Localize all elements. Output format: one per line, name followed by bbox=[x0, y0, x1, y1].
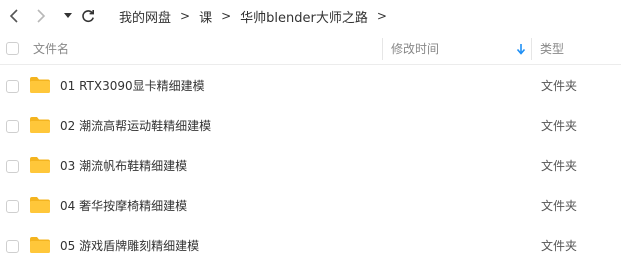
refresh-button[interactable] bbox=[78, 6, 98, 26]
column-divider[interactable] bbox=[531, 38, 532, 60]
back-button[interactable] bbox=[4, 6, 24, 26]
caret-down-icon bbox=[64, 13, 72, 18]
column-header-type[interactable]: 类型 bbox=[540, 34, 564, 64]
breadcrumb-separator: > bbox=[180, 9, 191, 23]
file-name[interactable]: 01 RTX3090显卡精细建模 bbox=[60, 66, 205, 106]
file-row[interactable]: 03 潮流帆布鞋精细建模 文件夹 bbox=[0, 146, 621, 186]
file-type: 文件夹 bbox=[541, 159, 578, 173]
file-name[interactable]: 04 奢华按摩椅精细建模 bbox=[60, 186, 187, 226]
file-type: 文件夹 bbox=[541, 239, 578, 253]
folder-icon bbox=[30, 117, 50, 133]
folder-icon bbox=[30, 197, 50, 213]
history-dropdown-button[interactable] bbox=[58, 6, 78, 26]
select-all-checkbox[interactable] bbox=[6, 42, 19, 55]
file-type: 文件夹 bbox=[541, 79, 578, 93]
breadcrumb-item-course[interactable]: 课 bbox=[199, 7, 212, 26]
file-row[interactable]: 01 RTX3090显卡精细建模 文件夹 bbox=[0, 66, 621, 106]
folder-icon bbox=[30, 237, 50, 253]
row-checkbox[interactable] bbox=[6, 200, 19, 213]
folder-icon bbox=[30, 157, 50, 173]
file-row[interactable]: 05 游戏盾牌雕刻精细建模 文件夹 bbox=[0, 226, 621, 266]
chevron-right-icon bbox=[37, 9, 46, 23]
sort-down-arrow-icon[interactable] bbox=[516, 43, 526, 55]
chevron-left-icon bbox=[9, 9, 18, 23]
refresh-icon bbox=[82, 10, 94, 23]
row-checkbox[interactable] bbox=[6, 120, 19, 133]
breadcrumb-separator: > bbox=[221, 9, 232, 23]
column-divider[interactable] bbox=[382, 38, 383, 60]
forward-button[interactable] bbox=[31, 6, 51, 26]
breadcrumb-item-my-drive[interactable]: 我的网盘 bbox=[119, 7, 171, 26]
file-row[interactable]: 04 奢华按摩椅精细建模 文件夹 bbox=[0, 186, 621, 226]
breadcrumb: 我的网盘 > 课 > 华帅blender大师之路 > bbox=[119, 0, 396, 32]
row-checkbox[interactable] bbox=[6, 240, 19, 253]
breadcrumb-separator: > bbox=[376, 9, 387, 23]
file-row[interactable]: 02 潮流高帮运动鞋精细建模 文件夹 bbox=[0, 106, 621, 146]
file-list-header: 文件名 修改时间 类型 bbox=[0, 34, 621, 65]
file-type: 文件夹 bbox=[541, 119, 578, 133]
row-checkbox[interactable] bbox=[6, 160, 19, 173]
file-name[interactable]: 02 潮流高帮运动鞋精细建模 bbox=[60, 106, 211, 146]
toolbar: 我的网盘 > 课 > 华帅blender大师之路 > bbox=[0, 0, 621, 32]
row-checkbox[interactable] bbox=[6, 80, 19, 93]
file-name[interactable]: 05 游戏盾牌雕刻精细建模 bbox=[60, 226, 199, 266]
column-header-name[interactable]: 文件名 bbox=[33, 34, 69, 64]
file-name[interactable]: 03 潮流帆布鞋精细建模 bbox=[60, 146, 187, 186]
column-header-modified[interactable]: 修改时间 bbox=[391, 34, 439, 64]
folder-icon bbox=[30, 77, 50, 93]
file-type: 文件夹 bbox=[541, 199, 578, 213]
breadcrumb-item-current-folder[interactable]: 华帅blender大师之路 bbox=[240, 7, 368, 26]
